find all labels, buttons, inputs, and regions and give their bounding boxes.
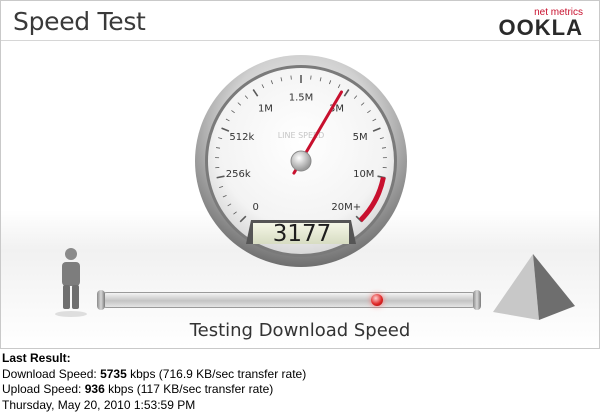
download-result: Download Speed: 5735 kbps (716.9 KB/sec … <box>2 367 598 383</box>
speed-display: 3177 <box>246 217 358 251</box>
last-result-heading: Last Result: <box>2 351 71 365</box>
progress-indicator <box>371 294 383 306</box>
download-label: Download Speed: <box>2 366 101 381</box>
upload-value: 936 <box>84 382 105 396</box>
speedtest-widget: Speed Test net metrics OOKLA 0 256k 512k… <box>0 0 600 349</box>
gauge-tick-label: 10M <box>353 169 374 180</box>
page-title: Speed Test <box>13 7 146 36</box>
download-value: 5735 <box>100 366 127 381</box>
download-detail: kbps (716.9 KB/sec transfer rate) <box>126 366 307 381</box>
result-timestamp: Thursday, May 20, 2010 1:53:59 PM <box>2 397 196 412</box>
progress-track <box>97 290 481 310</box>
track-right-cap <box>473 290 481 310</box>
gauge-tick-label: 20M+ <box>331 202 361 213</box>
gauge-tick-label: 1.5M <box>289 93 314 104</box>
upload-detail: kbps (117 KB/sec transfer rate) <box>104 382 274 396</box>
person-icon <box>55 248 87 317</box>
gauge-tick-label: 1M <box>258 103 273 114</box>
gauge-tick-label: 0 <box>253 202 259 213</box>
upload-label: Upload Speed: <box>2 382 85 396</box>
current-speed-value: 3177 <box>272 221 332 247</box>
ookla-logo[interactable]: net metrics OOKLA <box>487 7 587 40</box>
upload-result: Upload Speed: 936 kbps (117 KB/sec trans… <box>2 382 598 398</box>
test-status: Testing Download Speed <box>189 320 411 341</box>
progress-bar <box>99 292 479 308</box>
gauge-hub <box>290 150 312 172</box>
logo-name: OOKLA <box>498 15 583 40</box>
gauge-tick-label: 512k <box>229 132 254 143</box>
gauge-tick-label: 5M <box>353 132 368 143</box>
pyramid-icon <box>493 254 575 320</box>
track-left-cap <box>97 290 105 310</box>
header: Speed Test net metrics OOKLA <box>1 1 599 41</box>
last-result-panel: Last Result: Download Speed: 5735 kbps (… <box>2 351 598 413</box>
test-stage: 0 256k 512k 1M 1.5M 3M 5M 10M 20M+ LINE SPEED 31… <box>1 42 599 348</box>
gauge-tick-label: 256k <box>226 169 251 180</box>
